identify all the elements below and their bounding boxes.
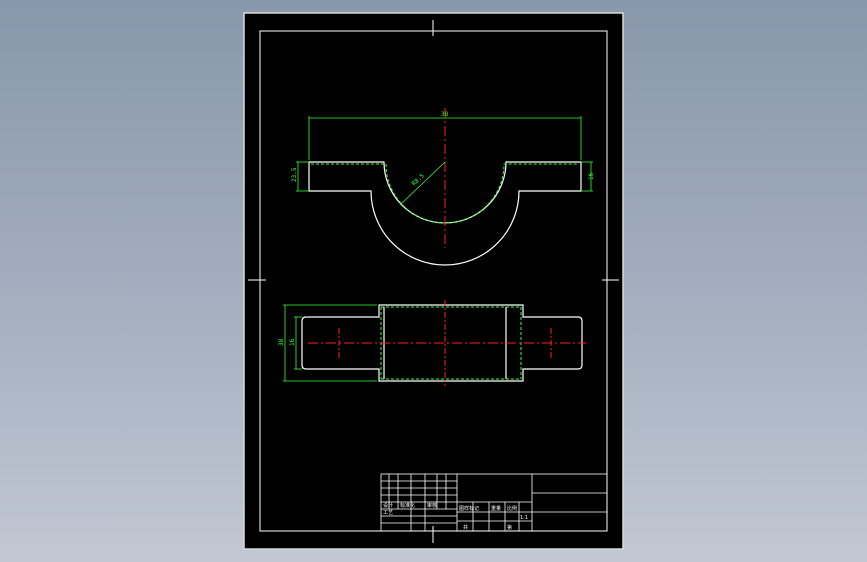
- tb-label-process: 工艺: [383, 510, 393, 516]
- tb-scale-label: 比例: [507, 505, 517, 512]
- front-view-inner-height-dim: 16: [289, 338, 296, 346]
- top-view-width-dim: 38: [441, 111, 449, 118]
- tb-label-standard: 标准化: [400, 502, 415, 509]
- tb-part-label: 图样标记: [459, 505, 479, 512]
- tb-weight-label: 重量: [491, 505, 501, 512]
- tb-sheet-label: 共: [463, 524, 468, 531]
- tb-sheet-label-2: 第: [507, 524, 512, 531]
- cad-drawing-canvas: 38 23.5 16 R8.5 38 16 设计 标准化 审核 工艺 图样标记 …: [243, 12, 624, 550]
- tb-scale-value: 1:1: [520, 515, 528, 521]
- tb-label-design: 设计: [383, 502, 393, 509]
- top-view-left-height-dim: 23.5: [291, 167, 298, 182]
- top-view-right-height-dim: 16: [588, 172, 595, 180]
- drawing-sheet: [243, 12, 624, 550]
- tb-label-review: 审核: [427, 502, 437, 509]
- front-view-outer-height-dim: 38: [278, 338, 285, 346]
